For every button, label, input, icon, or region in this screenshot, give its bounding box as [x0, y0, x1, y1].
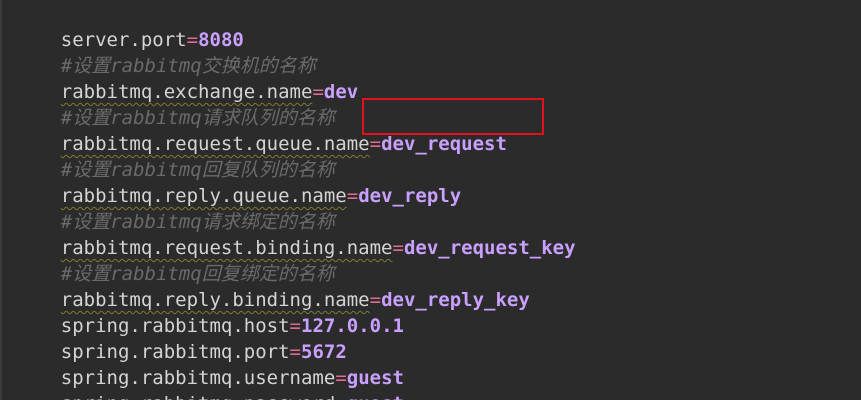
- code-line-request-queue-name[interactable]: rabbitmq.request.queue.name=dev_request: [2, 105, 861, 155]
- code-line-comment[interactable]: #设置rabbitmq交换机的名称: [2, 27, 861, 77]
- code-line-rabbitmq-password[interactable]: spring.rabbitmq.password=guest: [2, 365, 861, 400]
- code-line-comment[interactable]: #设置rabbitmq回复队列的名称: [2, 131, 861, 181]
- code-line-reply-binding-name[interactable]: rabbitmq.reply.binding.name=dev_reply_ke…: [2, 261, 861, 311]
- code-line-rabbitmq-host[interactable]: spring.rabbitmq.host=127.0.0.1: [2, 287, 861, 337]
- equals-sign: =: [335, 393, 346, 400]
- properties-editor[interactable]: server.port=8080 #设置rabbitmq交换机的名称 rabbi…: [0, 0, 861, 400]
- code-line-comment[interactable]: #设置rabbitmq回复绑定的名称: [2, 235, 861, 285]
- code-line-reply-queue-name[interactable]: rabbitmq.reply.queue.name=dev_reply: [2, 157, 861, 207]
- code-line-request-binding-name[interactable]: rabbitmq.request.binding.name=dev_reques…: [2, 209, 861, 259]
- property-value: guest: [347, 393, 404, 400]
- code-line-exchange-name[interactable]: rabbitmq.exchange.name=dev: [2, 53, 861, 103]
- code-line-server-port[interactable]: server.port=8080: [2, 1, 861, 51]
- code-line-comment[interactable]: #设置rabbitmq请求绑定的名称: [2, 183, 861, 233]
- property-key: spring.rabbitmq.password: [61, 393, 336, 400]
- code-line-rabbitmq-username[interactable]: spring.rabbitmq.username=guest: [2, 339, 861, 389]
- code-line-comment[interactable]: #设置rabbitmq请求队列的名称: [2, 79, 861, 129]
- code-line-rabbitmq-port[interactable]: spring.rabbitmq.port=5672: [2, 313, 861, 363]
